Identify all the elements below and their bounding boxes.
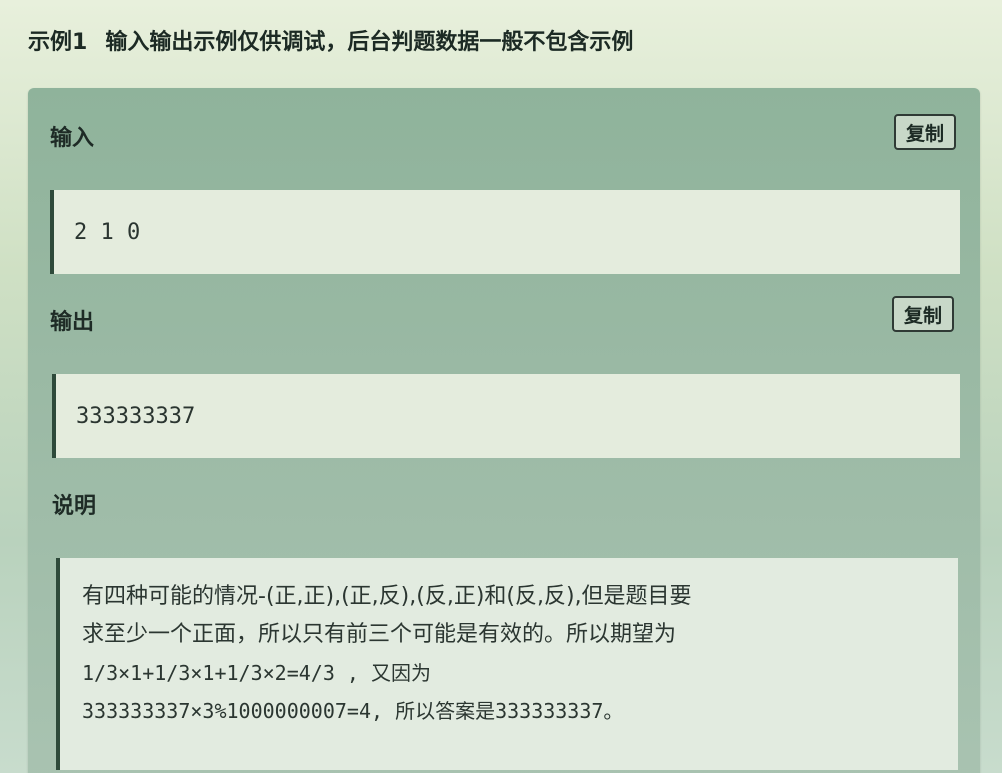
copy-output-button[interactable]: 复制: [892, 296, 954, 332]
output-code-box[interactable]: 333333337: [52, 374, 960, 458]
explanation-title: 说明: [52, 494, 97, 519]
output-title: 输出: [50, 310, 95, 335]
input-code-box[interactable]: 2 1 0: [50, 190, 960, 274]
example-header: 示例1 输入输出示例仅供调试，后台判题数据一般不包含示例: [28, 22, 633, 58]
explanation-line: 1/3×1+1/3×1+1/3×2=4/3 , 又因为: [82, 661, 431, 685]
explanation-line: 333333337×3%1000000007=4, 所以答案是333333337…: [82, 699, 624, 723]
example-note: 输入输出示例仅供调试，后台判题数据一般不包含示例: [105, 30, 634, 55]
input-value: 2 1 0: [74, 219, 141, 245]
explanation-line: 有四种可能的情况-(正,正),(正,反),(反,正)和(反,反),但是题目要: [82, 584, 692, 609]
copy-input-button[interactable]: 复制: [894, 114, 956, 150]
explanation-line: 求至少一个正面，所以只有前三个可能是有效的。所以期望为: [82, 622, 677, 647]
output-value: 333333337: [76, 403, 196, 429]
example-label: 示例1: [28, 30, 88, 55]
example-card: 输入 复制 2 1 0 输出 复制 333333337 说明 有四种可能的情况-…: [28, 88, 980, 773]
input-title: 输入: [50, 126, 95, 151]
explanation-box: 有四种可能的情况-(正,正),(正,反),(反,正)和(反,反),但是题目要 求…: [56, 558, 958, 770]
